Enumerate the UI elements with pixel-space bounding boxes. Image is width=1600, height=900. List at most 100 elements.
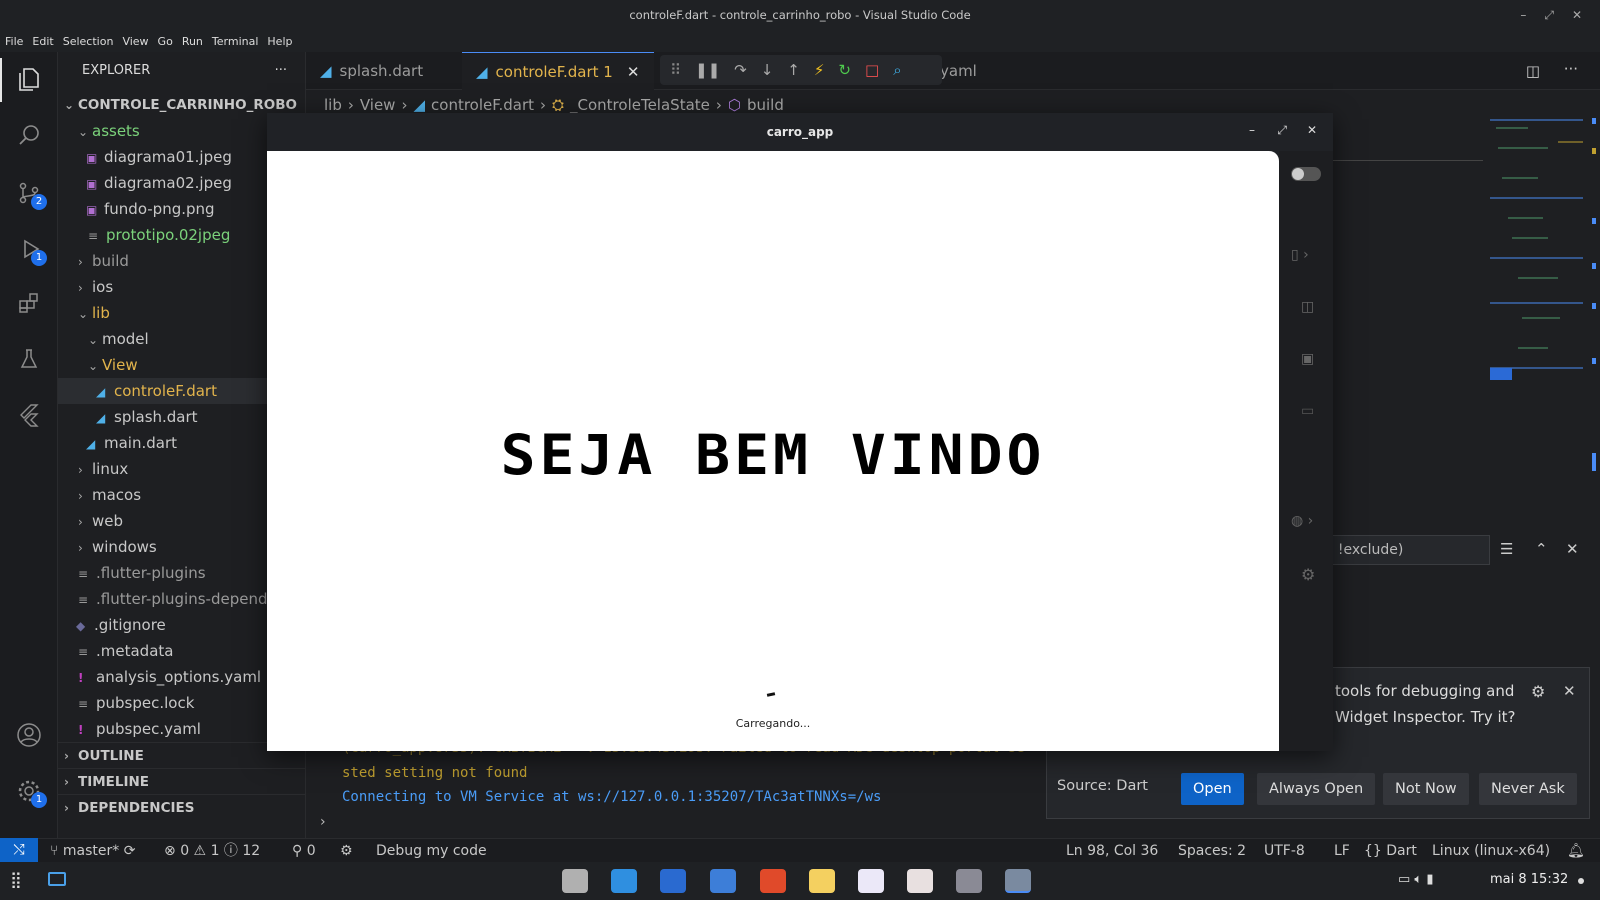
run-debug-icon[interactable]: 1 [14, 234, 47, 266]
pause-icon[interactable]: ❚❚ [695, 61, 720, 79]
language-mode[interactable]: {} Dart [1364, 839, 1417, 863]
tree-label: assets [92, 122, 140, 140]
settings-gear-icon[interactable]: 1 [14, 776, 47, 808]
account-icon[interactable] [14, 720, 44, 750]
drag-handle-icon[interactable]: ⠿ [670, 61, 681, 79]
always-open-button[interactable]: Always Open [1257, 773, 1376, 805]
app-minimize-icon[interactable]: – [1249, 123, 1255, 137]
carro-app-taskbar-icon[interactable] [1005, 869, 1031, 893]
document-icon[interactable] [858, 869, 884, 893]
breadcrumb-item[interactable]: controleF.dart [431, 96, 534, 114]
breadcrumb-item[interactable]: lib [324, 96, 342, 114]
sync-icon[interactable]: ⟳ [124, 843, 136, 859]
menu-help[interactable]: Help [267, 35, 292, 48]
not-now-button[interactable]: Not Now [1383, 773, 1469, 805]
tab-splash[interactable]: ◢ splash.dart [306, 52, 462, 90]
inspect-widget-icon[interactable]: ⌕ [893, 61, 901, 79]
more-actions-icon[interactable]: ··· [275, 63, 287, 78]
section-dependencies[interactable]: › DEPENDENCIES [58, 794, 305, 820]
minimap [1488, 118, 1588, 418]
step-into-icon[interactable]: ↓ [761, 61, 774, 79]
explorer-icon[interactable] [14, 64, 44, 94]
breadcrumb-item[interactable]: _ControleTelaState [570, 96, 710, 114]
rotate-icon[interactable]: ◫ [1301, 299, 1314, 315]
menu-terminal[interactable]: Terminal [212, 35, 259, 48]
end-of-line[interactable]: LF [1334, 839, 1350, 863]
close-icon[interactable]: ✕ [1572, 8, 1582, 22]
window-switcher-icon[interactable] [48, 872, 66, 886]
brave-icon[interactable] [760, 869, 786, 893]
system-settings-icon[interactable] [956, 869, 982, 893]
testing-icon[interactable] [14, 344, 44, 374]
remote-indicator-icon[interactable]: ⤭ [0, 838, 38, 862]
minimize-icon[interactable]: – [1520, 8, 1526, 22]
editor-tabs: ◢ splash.dart ◢ controleF.dart 1 ✕ yaml … [306, 52, 1600, 90]
indentation[interactable]: Spaces: 2 [1178, 839, 1246, 863]
chevron-up-icon[interactable]: ⌃ [1535, 540, 1548, 558]
app-maximize-icon[interactable]: ⤢ [1277, 123, 1287, 138]
flutter-icon[interactable] [14, 400, 44, 430]
globe-icon[interactable]: ◍ › [1291, 513, 1313, 529]
open-button[interactable]: Open [1181, 773, 1244, 805]
restore-icon[interactable]: ⤢ [1544, 8, 1554, 23]
tray-icons[interactable]: ▭ 🔈︎ ▮ [1398, 872, 1434, 887]
branch-status[interactable]: ⑂ master* ⟳ [50, 839, 135, 863]
restart-icon[interactable]: ↻ [838, 61, 851, 79]
writer-icon[interactable] [710, 869, 736, 893]
source-control-icon[interactable]: 2 [14, 178, 47, 210]
menu-edit[interactable]: Edit [32, 35, 53, 48]
close-panel-icon[interactable]: ✕ [1566, 540, 1579, 558]
app-close-icon[interactable]: ✕ [1307, 123, 1317, 137]
split-editor-icon[interactable]: ◫ [1526, 62, 1540, 80]
keyboard-icon[interactable]: ▭ [1301, 403, 1314, 419]
section-timeline[interactable]: › TIMELINE [58, 768, 305, 794]
tree-label: linux [92, 460, 129, 478]
ports-status[interactable]: ⚲ 0 [292, 839, 316, 863]
extensions-icon[interactable] [14, 288, 44, 318]
menu-file[interactable]: File [5, 35, 23, 48]
close-tab-icon[interactable]: ✕ [627, 63, 640, 81]
branch-name: master* [62, 843, 120, 859]
menu-view[interactable]: View [122, 35, 148, 48]
app-grid-icon[interactable]: ⣿ [10, 870, 22, 889]
step-over-icon[interactable]: ↷ [734, 61, 747, 79]
menu-go[interactable]: Go [158, 35, 173, 48]
more-actions-icon[interactable]: ··· [1564, 60, 1578, 78]
breadcrumb-item[interactable]: build [747, 96, 784, 114]
step-out-icon[interactable]: ↑ [787, 61, 800, 79]
clock[interactable]: mai 8 15:32 [1490, 872, 1568, 887]
vscode-icon[interactable] [660, 869, 686, 893]
menu-selection[interactable]: Selection [63, 35, 114, 48]
never-ask-button[interactable]: Never Ask [1479, 773, 1577, 805]
yaml-file-icon: ! [78, 671, 84, 685]
filter-list-icon[interactable]: ☰ [1500, 540, 1513, 558]
cursor-position[interactable]: Ln 98, Col 36 [1066, 839, 1158, 863]
menu-run[interactable]: Run [182, 35, 203, 48]
notifications-bell-icon[interactable]: 🔔︎ [1567, 839, 1585, 863]
toggle-switch[interactable] [1291, 167, 1321, 181]
notes-icon[interactable] [809, 869, 835, 893]
debug-status[interactable]: Debug my code [376, 839, 487, 863]
output-line: Connecting to VM Service at ws://127.0.0… [342, 789, 882, 805]
device-icon[interactable]: ▯ › [1291, 247, 1309, 263]
platform[interactable]: Linux (linux-x64) [1432, 839, 1550, 863]
breadcrumb-item[interactable]: View [360, 96, 396, 114]
pdf-icon[interactable] [907, 869, 933, 893]
stop-icon[interactable]: □ [865, 61, 879, 79]
tree-label: diagrama01.jpeg [104, 148, 232, 166]
settings-gear-icon[interactable]: ⚙ [1531, 682, 1545, 701]
tab-controlef[interactable]: ◢ controleF.dart 1 ✕ [462, 52, 654, 90]
files-icon[interactable] [562, 869, 588, 893]
tree-label: .flutter-plugins [96, 564, 206, 582]
frame-icon[interactable]: ▣ [1301, 351, 1314, 367]
output-filter-input[interactable]: , !exclude) [1320, 535, 1490, 565]
hot-reload-icon[interactable]: ⚡ [814, 61, 825, 79]
search-icon[interactable] [14, 120, 44, 150]
class-icon: ⛭ [552, 96, 565, 114]
problems-status[interactable]: ⊗ 0 ⚠ 1 ⓘ 12 [164, 839, 260, 863]
encoding[interactable]: UTF-8 [1264, 839, 1305, 863]
close-notification-icon[interactable]: ✕ [1563, 682, 1576, 700]
store-icon[interactable] [611, 869, 637, 893]
tree-label: macos [92, 486, 142, 504]
gear-icon[interactable]: ⚙ [1301, 565, 1315, 584]
